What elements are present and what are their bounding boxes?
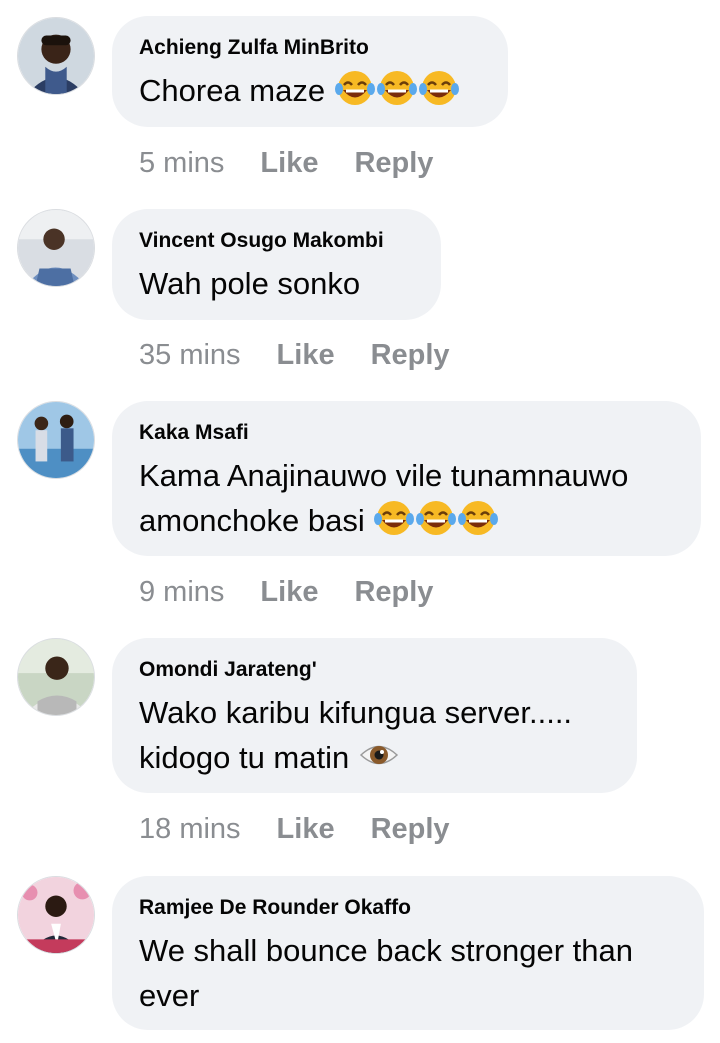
reply-button[interactable]: Reply [354,575,433,609]
reply-button[interactable]: Reply [354,146,433,180]
comment-bubble: Kaka Msafi Kama Anajinauwo vile tunamnau… [112,401,701,556]
comment-author[interactable]: Kaka Msafi [139,419,673,447]
profile-photo-icon [18,210,94,286]
comment-timestamp[interactable]: 18 mins [139,812,241,846]
profile-photo-icon [18,877,94,953]
joy-emoji-icon [415,499,457,537]
avatar[interactable] [17,876,95,954]
like-button[interactable]: Like [277,338,335,372]
like-button[interactable]: Like [260,575,318,609]
comment-text: Wah pole sonko [139,266,361,301]
comment-bubble: Omondi Jarateng' Wako karibu kifungua se… [112,638,637,793]
comment-actions: 18 mins Like Reply [139,812,450,846]
reply-button[interactable]: Reply [371,338,450,372]
comment-bubble: Ramjee De Rounder Okaffo We shall bounce… [112,876,704,1030]
comment-author[interactable]: Achieng Zulfa MinBrito [139,34,480,62]
joy-emoji-icon [373,499,415,537]
comment-text: We shall bounce back stronger than ever [139,933,634,1013]
avatar[interactable] [17,209,95,287]
avatar[interactable] [17,17,95,95]
like-button[interactable]: Like [260,146,318,180]
profile-photo-icon [18,18,94,94]
comment-actions: 35 mins Like Reply [139,338,450,372]
comment-bubble: Achieng Zulfa MinBrito Chorea maze [112,16,508,127]
comment-text: Chorea maze [139,68,480,113]
comment-bubble: Vincent Osugo Makombi Wah pole sonko [112,209,441,320]
reply-button[interactable]: Reply [371,812,450,846]
comment-text: Kama Anajinauwo vile tunamnauwo amonchok… [139,458,629,538]
joy-emoji-icon [334,69,376,107]
comment-timestamp[interactable]: 5 mins [139,146,224,180]
like-button[interactable]: Like [277,812,335,846]
comment-timestamp[interactable]: 9 mins [139,575,224,609]
comment-author[interactable]: Vincent Osugo Makombi [139,227,413,255]
comment-actions: 5 mins Like Reply [139,146,433,180]
joy-emoji-icon [376,69,418,107]
comment-timestamp[interactable]: 35 mins [139,338,241,372]
joy-emoji-icon [457,499,499,537]
avatar[interactable] [17,638,95,716]
eye-emoji-icon [358,736,400,774]
comment-actions: 9 mins Like Reply [139,575,433,609]
avatar[interactable] [17,401,95,479]
joy-emoji-icon [418,69,460,107]
profile-photo-icon [18,402,94,478]
comment-text: Wako karibu kifungua server..... kidogo … [139,695,573,775]
profile-photo-icon [18,639,94,715]
comment-author[interactable]: Ramjee De Rounder Okaffo [139,894,676,922]
comment-author[interactable]: Omondi Jarateng' [139,656,609,684]
